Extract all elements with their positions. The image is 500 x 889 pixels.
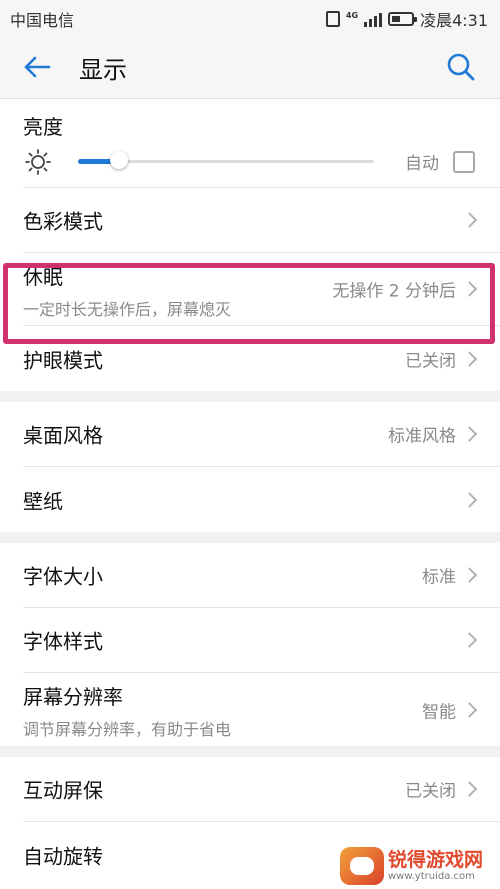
section-divider [0, 391, 500, 402]
chevron-right-icon [461, 350, 478, 367]
auto-brightness-checkbox[interactable] [453, 150, 475, 173]
brightness-slider[interactable] [78, 151, 374, 169]
section-divider [0, 532, 500, 543]
signal-icon [364, 11, 383, 27]
chevron-right-icon [461, 212, 478, 228]
network-type-label: 4G [345, 11, 359, 20]
chevron-right-icon [461, 781, 478, 797]
font-size-row[interactable]: 字体大小 标准 [23, 543, 500, 608]
carrier-label: 中国电信 [10, 11, 75, 30]
color-mode-row[interactable]: 色彩模式 [23, 188, 500, 253]
font-style-row[interactable]: 字体样式 [23, 608, 500, 673]
home-settings-group: 桌面风格 标准风格 壁纸 [0, 402, 500, 532]
auto-brightness-label: 自动 [405, 154, 439, 174]
battery-icon [388, 12, 418, 26]
resolution-label: 屏幕分辨率 [23, 685, 123, 709]
chevron-right-icon [461, 701, 478, 718]
wallpaper-row[interactable]: 壁纸 [23, 467, 500, 532]
auto-rotate-label: 自动旋转 [23, 844, 103, 868]
screensaver-row[interactable]: 互动屏保 已关闭 [23, 757, 500, 822]
font-size-label: 字体大小 [23, 564, 103, 589]
chevron-right-icon [461, 632, 478, 648]
eye-comfort-value: 已关闭 [405, 351, 456, 371]
home-style-row[interactable]: 桌面风格 标准风格 [23, 402, 500, 467]
wallpaper-label: 壁纸 [23, 489, 63, 513]
arrow-left-icon[interactable] [22, 52, 52, 82]
chevron-right-icon [461, 426, 478, 442]
resolution-subtitle: 调节屏幕分辨率，有助于省电 [23, 720, 232, 739]
home-style-value: 标准风格 [388, 426, 456, 447]
chevron-right-icon [461, 281, 478, 297]
slider-thumb[interactable] [110, 151, 129, 169]
app-bar: 显示 [0, 34, 500, 99]
resolution-row[interactable]: 屏幕分辨率 调节屏幕分辨率，有助于省电 智能 [23, 673, 500, 746]
sleep-row[interactable]: 休眠 一定时长无操作后，屏幕熄灭 无操作 2 分钟后 [23, 253, 500, 326]
resolution-value: 智能 [422, 702, 456, 722]
sleep-value: 无操作 2 分钟后 [332, 281, 456, 302]
status-bar: 中国电信 4G 凌晨4:31 [0, 0, 500, 34]
watermark-url: www.ytruida.com [388, 871, 475, 882]
chevron-right-icon [461, 491, 478, 508]
section-divider [0, 746, 500, 757]
page-title: 显示 [79, 56, 127, 84]
brightness-label: 亮度 [23, 115, 63, 139]
screensaver-value: 已关闭 [405, 781, 456, 802]
auto-brightness: 自动 [405, 149, 475, 174]
display-settings-group: 亮度 自动 色彩模式 休眠 一定时长无操作后，屏幕熄灭 无操作 2 分钟后 护眼… [0, 99, 500, 391]
watermark-title: 锐得游戏网 [388, 849, 484, 871]
brightness-row: 亮度 自动 [23, 99, 500, 188]
eye-comfort-row[interactable]: 护眼模式 已关闭 [23, 326, 500, 391]
font-size-value: 标准 [422, 567, 456, 588]
watermark-logo-icon [340, 847, 384, 885]
screensaver-label: 互动屏保 [23, 778, 103, 803]
watermark: 锐得游戏网 www.ytruida.com [340, 845, 494, 887]
clock-label: 凌晨4:31 [420, 11, 488, 30]
status-icons: 4G 凌晨4:31 [325, 7, 488, 31]
color-mode-label: 色彩模式 [23, 209, 103, 234]
home-style-label: 桌面风格 [23, 423, 103, 448]
search-icon[interactable] [446, 52, 476, 82]
vibrate-icon [325, 11, 340, 27]
chevron-right-icon [461, 567, 478, 583]
font-settings-group: 字体大小 标准 字体样式 屏幕分辨率 调节屏幕分辨率，有助于省电 智能 [0, 543, 500, 746]
eye-comfort-label: 护眼模式 [23, 348, 103, 372]
sun-icon [25, 149, 51, 175]
font-style-label: 字体样式 [23, 629, 103, 654]
